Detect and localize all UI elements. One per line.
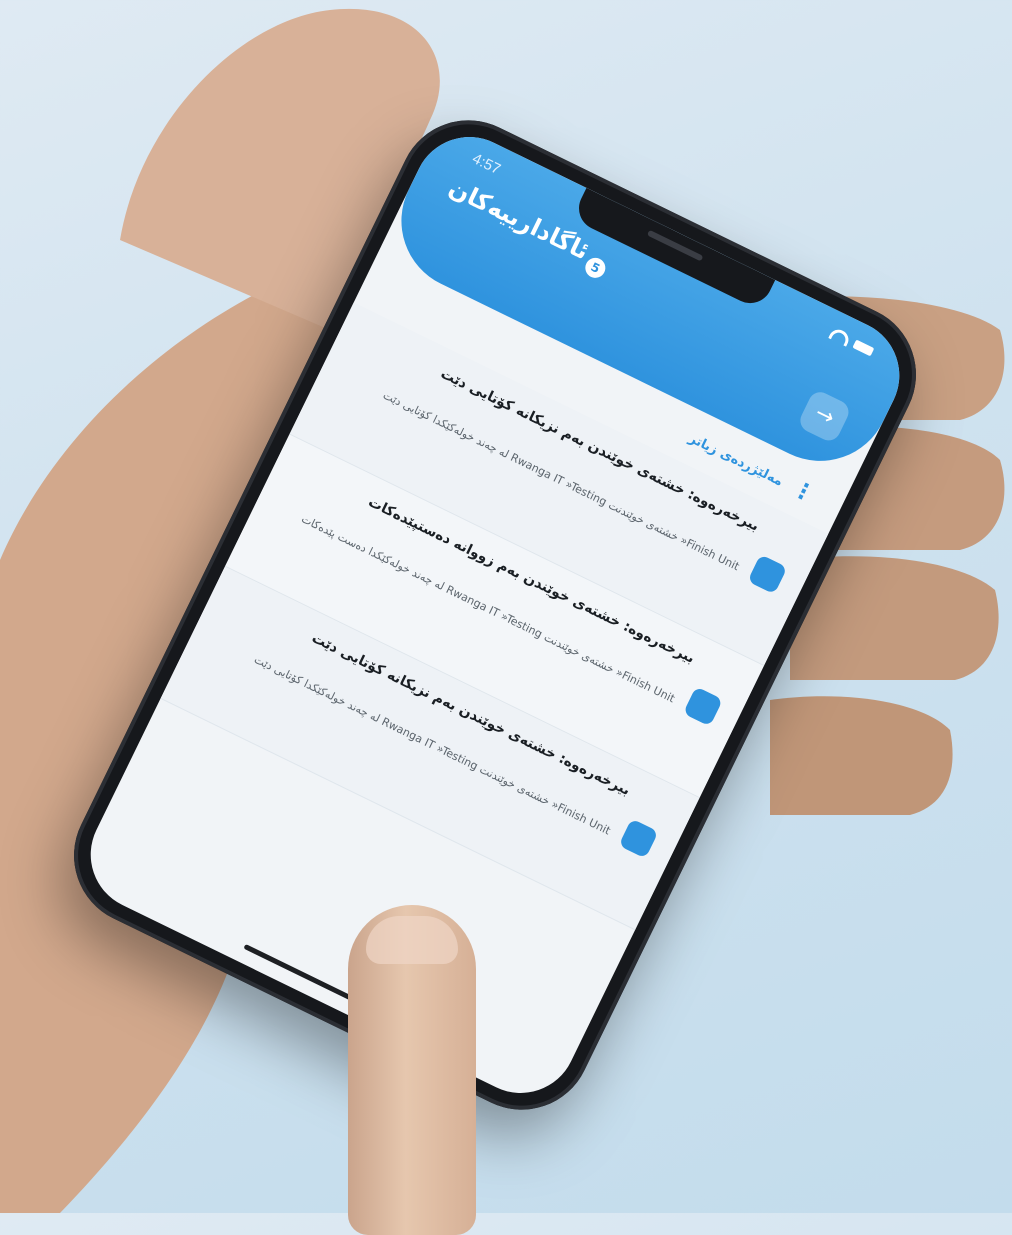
unread-indicator-icon <box>618 818 659 859</box>
battery-icon <box>852 339 875 357</box>
page-title: ئاگادارییەکان <box>444 173 594 266</box>
speaker <box>646 229 704 262</box>
kebab-menu-icon[interactable]: ⋮ <box>788 476 819 508</box>
unread-indicator-icon <box>682 686 724 727</box>
notification-count-badge: 5 <box>581 254 609 282</box>
status-time: 4:57 <box>469 150 504 179</box>
fingernail <box>366 916 458 964</box>
arrow-right-icon: → <box>810 400 839 432</box>
status-icons <box>828 326 875 358</box>
wifi-icon <box>828 326 852 347</box>
back-button[interactable]: → <box>796 388 853 445</box>
unread-indicator-icon <box>747 554 788 595</box>
